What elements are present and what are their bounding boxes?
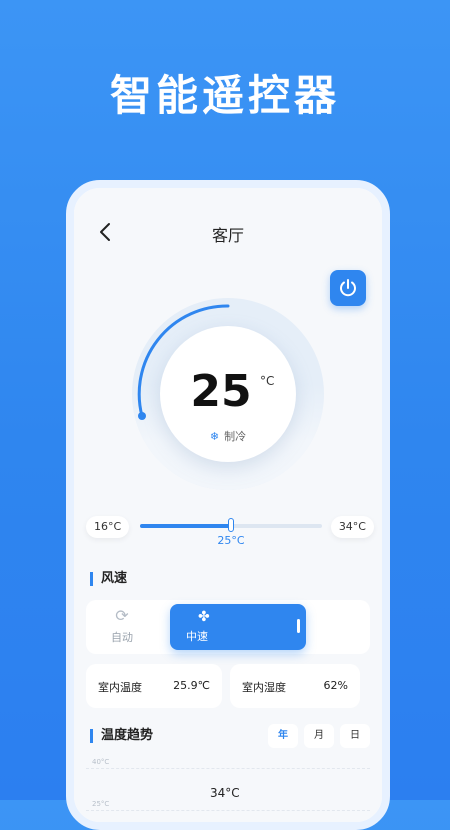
temperature-slider[interactable] (140, 518, 322, 532)
remote-screen: 客厅 25 °C ❄ 制冷 16°C 34°C 25°C 风速 ⟳ 自动 ✤ 中… (74, 188, 382, 822)
indoor-humidity-value: 62% (323, 679, 348, 692)
indoor-humidity-label: 室内湿度 (242, 681, 286, 694)
fan-option-label: 中速 (186, 630, 208, 643)
trend-period-tabs: 年 月 日 (268, 724, 370, 748)
y-tick-label: 25°C (92, 800, 110, 808)
temperature-unit: °C (260, 374, 275, 388)
temperature-dial[interactable]: 25 °C ❄ 制冷 (132, 298, 324, 490)
indoor-temperature-label: 室内温度 (98, 681, 142, 694)
mode-indicator[interactable]: ❄ 制冷 (160, 428, 296, 444)
y-tick-label: 40°C (92, 758, 110, 766)
nav-bar: 客厅 (74, 218, 382, 248)
page-title: 客厅 (211, 226, 244, 245)
tab-month[interactable]: 月 (304, 724, 334, 748)
chart-gridline (86, 810, 370, 811)
dial-handle[interactable] (138, 412, 146, 420)
fan-icon: ✤ (198, 609, 210, 625)
slider-fill (140, 524, 231, 528)
fan-option-label: 自动 (111, 631, 133, 644)
slider-thumb[interactable] (228, 518, 234, 532)
temperature-trend-title: 温度趋势 (90, 729, 153, 743)
snowflake-icon: ❄ (209, 430, 220, 443)
phone-frame: 客厅 25 °C ❄ 制冷 16°C 34°C 25°C 风速 ⟳ 自动 ✤ 中… (66, 180, 390, 830)
dial-center: 25 °C ❄ 制冷 (160, 326, 296, 462)
range-max-label: 34°C (330, 516, 374, 538)
app-headline: 智能遥控器 (109, 71, 340, 120)
fan-speed-selector: ⟳ 自动 ✤ 中速 (86, 600, 370, 654)
fan-option-auto[interactable]: ⟳ 自动 (90, 600, 154, 654)
tab-day[interactable]: 日 (340, 724, 370, 748)
indoor-humidity-card: 室内湿度 62% (230, 664, 360, 708)
power-icon (340, 279, 356, 297)
trend-point-label: 34°C (210, 786, 240, 800)
fan-option-handle (297, 619, 300, 633)
power-button[interactable] (330, 270, 366, 306)
temperature-trend-chart: 40°C 25°C 34°C (86, 754, 370, 822)
slider-current-value: 25°C (217, 534, 245, 547)
refresh-icon: ⟳ (115, 606, 129, 625)
fan-speed-title: 风速 (90, 572, 127, 586)
tab-year[interactable]: 年 (268, 724, 298, 748)
range-min-label: 16°C (86, 516, 130, 538)
fan-option-medium[interactable]: ✤ 中速 (170, 604, 306, 650)
indoor-temperature-card: 室内温度 25.9℃ (86, 664, 222, 708)
chart-gridline (86, 768, 370, 769)
indoor-temperature-value: 25.9℃ (173, 679, 210, 692)
mode-label: 制冷 (224, 430, 247, 443)
